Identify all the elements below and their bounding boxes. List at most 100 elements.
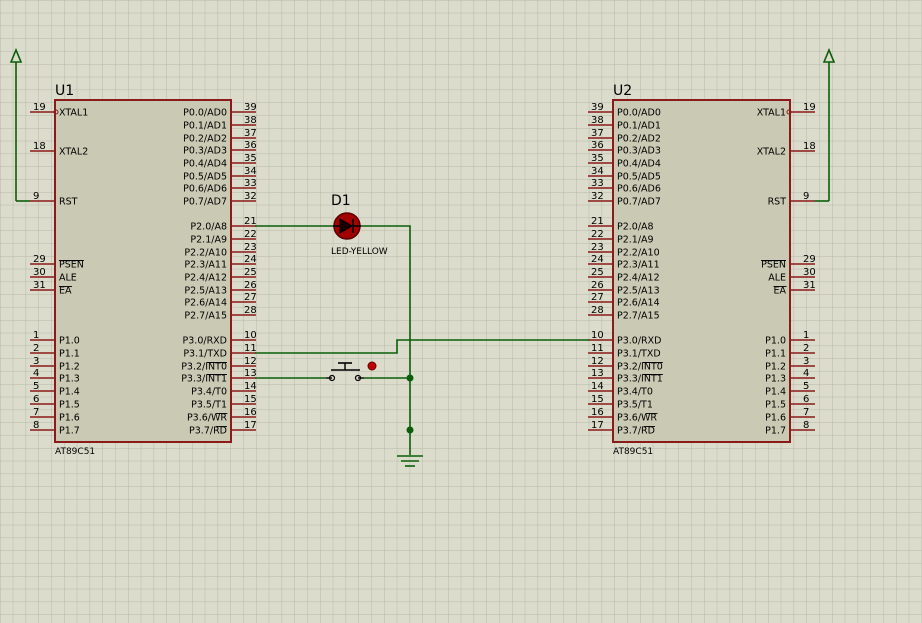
pin-label: P1.2 [765, 362, 786, 373]
pin-number: 38 [591, 115, 604, 126]
u2-left-pins: 39 P0.0/AD0 38 P0.1/AD1 37 P0.2/AD2 36 P0.3/AD3… [588, 102, 663, 437]
pin-number: 35 [244, 153, 257, 164]
pin-label: P3.7/RD [189, 426, 227, 437]
pin-number: 4 [33, 368, 39, 379]
pin-label: P1.4 [765, 387, 786, 398]
pin-number: 16 [244, 407, 257, 418]
pin-number: 23 [244, 242, 257, 253]
pin-label: P1.0 [59, 336, 80, 347]
pin-number: 15 [244, 394, 257, 405]
pin-label: P1.7 [765, 426, 786, 437]
pin-number: 18 [803, 141, 816, 152]
pin-number: 24 [591, 254, 604, 265]
pin-number: 3 [33, 356, 39, 367]
pin-number: 9 [803, 191, 809, 202]
pin-label: XTAL2 [757, 147, 786, 158]
pin-label: P1.0 [765, 336, 786, 347]
pin-label: P3.3/INT1 [617, 374, 663, 385]
pin-number: 33 [591, 178, 604, 189]
pin-number: 2 [803, 343, 809, 354]
pin-number: 39 [591, 102, 604, 113]
pin-number: 7 [33, 407, 39, 418]
pin-label: P0.3/AD3 [183, 146, 227, 157]
pin-label: P3.1/TXD [183, 349, 227, 360]
pin-label: P3.6/WR [187, 413, 227, 424]
pin-label: P2.4/A12 [617, 273, 660, 284]
pin-label: P3.3/INT1 [181, 374, 227, 385]
pin-label: P2.2/A10 [184, 248, 227, 259]
pin-number: 17 [591, 420, 604, 431]
pin-number: 25 [591, 267, 604, 278]
schematic-canvas[interactable]: U1 19 XTAL118 XTAL29 RST29 PSEN30 ALE31 EA1 P1.… [0, 0, 922, 623]
pin-number: 19 [803, 102, 816, 113]
chip-u2[interactable]: U2 39 P0.0/AD038 P0.1/AD137 P0.2/AD236 P0.3/… [588, 83, 816, 457]
pin-number: 13 [591, 368, 604, 379]
pin-label: P3.2/INT0 [617, 362, 663, 373]
pin-number: 29 [33, 254, 46, 265]
pin-label: P0.7/AD7 [183, 197, 227, 208]
pin-number: 28 [244, 305, 257, 316]
pin-label: P2.0/A8 [190, 222, 227, 233]
u2-part-label: AT89C51 [613, 447, 653, 457]
pin-label: P2.2/A10 [617, 248, 660, 259]
pin-label: P0.1/AD1 [617, 121, 661, 132]
pin-label: P0.5/AD5 [617, 172, 661, 183]
pin-number: 38 [244, 115, 257, 126]
pin-label: P2.0/A8 [617, 222, 654, 233]
pin-label: P0.2/AD2 [617, 134, 661, 145]
pin-label: P0.5/AD5 [183, 172, 227, 183]
pin-number: 12 [244, 356, 257, 367]
pin-label: P3.4/T0 [191, 387, 227, 398]
chip-u1[interactable]: U1 19 XTAL1 18 XTAL2 9 RST 29 PSEN 30 ALE 31 EA 1 P1.… [30, 83, 257, 457]
switch-state-icon [367, 361, 377, 371]
pin-number: 25 [244, 267, 257, 278]
pin-number: 12 [591, 356, 604, 367]
pin-number: 34 [244, 166, 257, 177]
pin-label: P2.5/A13 [617, 286, 660, 297]
junction-dot [406, 374, 414, 382]
pin-number: 8 [33, 420, 39, 431]
pin-number: 5 [33, 381, 39, 392]
pin-number: 39 [244, 102, 257, 113]
pin-label: P2.3/A11 [184, 260, 227, 271]
pin-number: 30 [803, 267, 816, 278]
pin-number: 13 [244, 368, 257, 379]
u1-right-pins: 39 P0.0/AD0 38 P0.1/AD1 37 P0.2/AD2 36 P0.3/AD3… [181, 102, 257, 437]
pin-label: P1.7 [59, 426, 80, 437]
pin-number: 11 [244, 343, 257, 354]
pin-number: 33 [244, 178, 257, 189]
pin-number: 18 [33, 141, 46, 152]
pin-number: 5 [803, 381, 809, 392]
pin-label: P1.1 [59, 349, 80, 360]
pin-number: 10 [591, 330, 604, 341]
pin-number: 32 [244, 191, 257, 202]
led-part-label: LED-YELLOW [331, 247, 388, 257]
pin-number: 26 [244, 280, 257, 291]
pin-label: P2.5/A13 [184, 286, 227, 297]
pin-label: P1.6 [59, 413, 80, 424]
pin-label: XTAL2 [59, 147, 88, 158]
u1-part-label: AT89C51 [55, 447, 95, 457]
pin-number: 30 [33, 267, 46, 278]
pin-number: 14 [244, 381, 257, 392]
pin-label: P2.3/A11 [617, 260, 660, 271]
pin-number: 19 [33, 102, 46, 113]
pin-label: EA [59, 286, 72, 297]
pin-label: P3.6/WR [617, 413, 657, 424]
pin-number: 4 [803, 368, 809, 379]
pin-label: PSEN [761, 260, 786, 271]
pin-number: 8 [803, 420, 809, 431]
pin-label: P3.1/TXD [617, 349, 661, 360]
pin-number: 31 [33, 280, 46, 291]
pin-label: P0.3/AD3 [617, 146, 661, 157]
pin-number: 24 [244, 254, 257, 265]
pin-number: 34 [591, 166, 604, 177]
pin-label: XTAL1 [59, 108, 88, 119]
pin-label: P2.4/A12 [184, 273, 227, 284]
pin-label: P0.6/AD6 [183, 184, 227, 195]
pin-label: P1.1 [765, 349, 786, 360]
pin-number: 10 [244, 330, 257, 341]
pin-number: 37 [244, 128, 257, 139]
pin-label: ALE [59, 273, 77, 284]
pin-label: P0.4/AD4 [183, 159, 227, 170]
